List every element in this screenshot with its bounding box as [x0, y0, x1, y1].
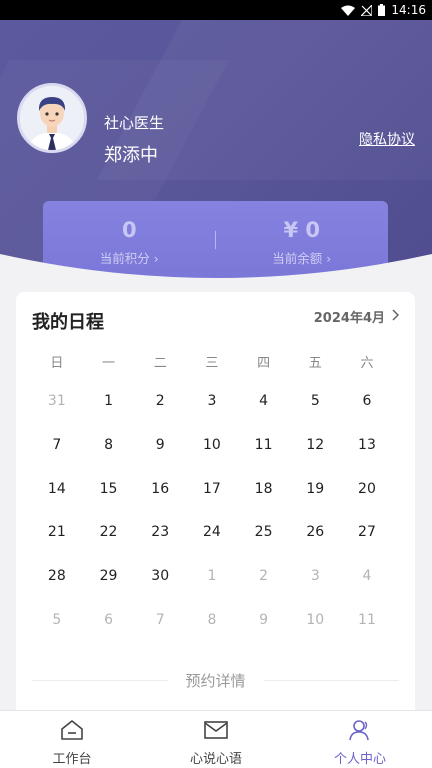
tab-label: 心说心语	[189, 752, 242, 767]
calendar-day[interactable]: 22	[83, 524, 135, 540]
calendar-day[interactable]: 8	[83, 437, 135, 453]
doctor-name: 郑添中	[104, 145, 158, 166]
tab-profile[interactable]: 个人中心	[288, 711, 432, 768]
calendar-day[interactable]: 8	[186, 612, 238, 628]
calendar-day[interactable]: 20	[341, 481, 393, 497]
privacy-agreement-link[interactable]: 隐私协议	[359, 129, 415, 149]
calendar-day[interactable]: 10	[186, 437, 238, 453]
calendar-week: 28 29 30 1 2 3 4	[31, 568, 393, 584]
calendar-day[interactable]: 17	[186, 481, 238, 497]
tab-workbench[interactable]: 工作台	[0, 711, 144, 768]
amount-value: ¥ 0	[283, 218, 321, 242]
doctor-role: 社心医生	[104, 114, 165, 132]
calendar-day[interactable]: 28	[31, 568, 83, 584]
weekday-label: 三	[205, 356, 219, 371]
calendar-day[interactable]: 21	[31, 524, 83, 540]
calendar-day[interactable]: 4	[238, 393, 290, 409]
month-selector[interactable]: 2024年4月	[313, 307, 400, 326]
calendar-day[interactable]: 13	[341, 437, 393, 453]
calendar-day[interactable]: 25	[238, 524, 290, 540]
calendar-week: 14 15 16 17 18 19 20	[31, 481, 393, 497]
weekday-label: 日	[50, 356, 64, 371]
calendar-day[interactable]: 24	[186, 524, 238, 540]
calendar-week: 31 1 2 3 4 5 6	[31, 393, 393, 409]
calendar-day[interactable]: 9	[134, 437, 186, 453]
calendar-day[interactable]: 5	[31, 612, 83, 628]
weekday-label: 四	[257, 356, 271, 371]
divider	[263, 680, 400, 681]
home-icon	[60, 719, 84, 745]
month-label: 2024年4月	[313, 311, 385, 326]
weekday-header: 日 一 二 三 四 五 六	[31, 352, 393, 371]
calendar-day[interactable]: 3	[186, 393, 238, 409]
weekday-label: 六	[360, 356, 374, 371]
mail-icon	[203, 719, 229, 745]
avatar[interactable]	[17, 83, 87, 153]
calendar-day[interactable]: 31	[31, 393, 83, 409]
calendar-day[interactable]: 9	[238, 612, 290, 628]
calendar-day[interactable]: 11	[341, 612, 393, 628]
tab-messages[interactable]: 心说心语	[144, 711, 288, 768]
points-value: 0	[121, 218, 137, 242]
calendar-day[interactable]: 11	[238, 437, 290, 453]
divider	[32, 680, 168, 681]
calendar-day[interactable]: 4	[341, 568, 393, 584]
calendar-day[interactable]: 16	[134, 481, 186, 497]
wifi-icon	[341, 5, 356, 16]
calendar-day[interactable]: 6	[341, 393, 393, 409]
no-signal-icon	[361, 4, 373, 16]
appointment-details-heading: 预约详情	[32, 670, 400, 691]
calendar-day[interactable]: 5	[289, 393, 341, 409]
status-time: 14:16	[391, 3, 426, 17]
calendar-day[interactable]: 6	[83, 612, 135, 628]
tab-label: 工作台	[52, 752, 92, 767]
balance-divider	[215, 231, 216, 249]
calendar-day[interactable]: 12	[289, 437, 341, 453]
calendar-day[interactable]: 15	[83, 481, 135, 497]
calendar-day[interactable]: 18	[238, 481, 290, 497]
tab-label: 个人中心	[333, 752, 386, 767]
calendar-week: 5 6 7 8 9 10 11	[31, 612, 393, 628]
calendar-week: 21 22 23 24 25 26 27	[31, 524, 393, 540]
calendar-week: 7 8 9 10 11 12 13	[31, 437, 393, 453]
calendar-day[interactable]: 26	[289, 524, 341, 540]
calendar-day[interactable]: 1	[83, 393, 135, 409]
weekday-label: 五	[308, 356, 322, 371]
calendar-day[interactable]: 2	[238, 568, 290, 584]
weekday-label: 二	[153, 356, 167, 371]
header-curve	[0, 254, 432, 292]
calendar-day[interactable]: 10	[289, 612, 341, 628]
weekday-label: 一	[102, 356, 116, 371]
battery-icon	[378, 4, 386, 16]
chevron-right-icon	[391, 308, 400, 325]
schedule-card: 我的日程 2024年4月 日 一 二 三 四 五 六 31 1 2 3 4 5 …	[16, 292, 415, 722]
calendar-day[interactable]: 3	[289, 568, 341, 584]
bottom-tab-bar: 工作台 心说心语 个人中心	[0, 710, 432, 768]
status-bar: 14:16	[0, 0, 432, 20]
calendar-day[interactable]: 1	[186, 568, 238, 584]
user-icon	[348, 719, 372, 745]
schedule-title: 我的日程	[32, 312, 104, 333]
calendar-day[interactable]: 2	[134, 393, 186, 409]
appointment-details-label: 预约详情	[185, 672, 246, 690]
calendar-day[interactable]: 29	[83, 568, 135, 584]
calendar-day[interactable]: 19	[289, 481, 341, 497]
calendar-day[interactable]: 27	[341, 524, 393, 540]
calendar-day[interactable]: 7	[134, 612, 186, 628]
calendar-day[interactable]: 23	[134, 524, 186, 540]
calendar-day[interactable]: 30	[134, 568, 186, 584]
calendar-day[interactable]: 14	[31, 481, 83, 497]
calendar-day[interactable]: 7	[31, 437, 83, 453]
